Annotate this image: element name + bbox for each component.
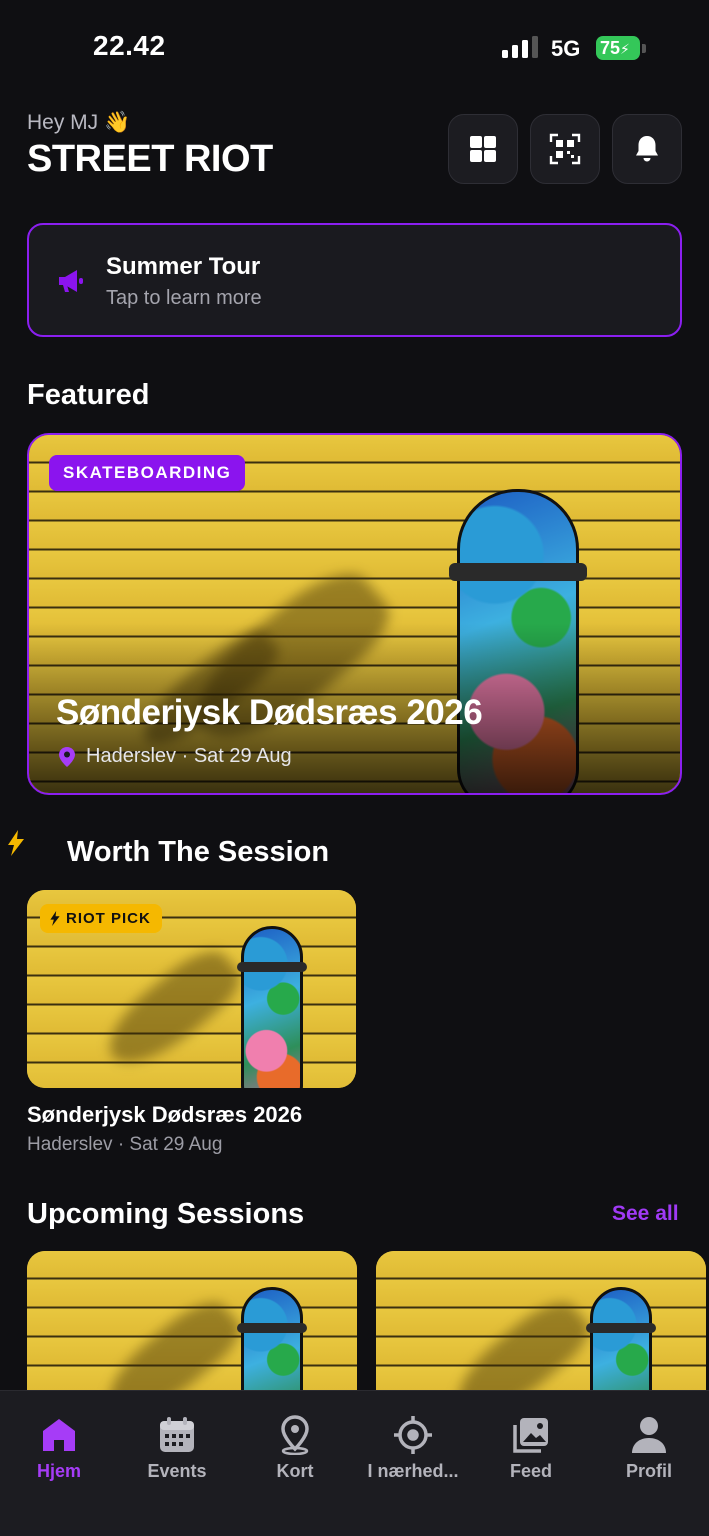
qr-code-icon [549, 133, 581, 165]
lightning-icon [50, 911, 60, 926]
battery-cap [642, 44, 646, 53]
person-icon [632, 1417, 666, 1453]
grid-button[interactable] [448, 114, 518, 184]
tab-home[interactable]: Hjem [0, 1415, 118, 1482]
status-bar: 22.42 5G 75⚡ [0, 0, 709, 96]
status-time: 22.42 [93, 30, 166, 61]
upcoming-heading: Upcoming Sessions [27, 1198, 305, 1230]
tab-label: Feed [509, 1461, 552, 1481]
bell-icon [636, 136, 658, 162]
promo-banner[interactable]: Summer Tour Tap to learn more [27, 223, 682, 337]
see-all-link[interactable]: See all [612, 1202, 679, 1226]
calendar-icon [160, 1417, 194, 1452]
app-title: STREET RIOT [27, 138, 273, 180]
megaphone-icon [59, 270, 83, 292]
qr-scan-button[interactable] [530, 114, 600, 184]
tab-profile[interactable]: Profil [590, 1415, 708, 1482]
tab-label: Events [147, 1461, 207, 1481]
target-icon [394, 1416, 432, 1454]
tab-label: Kort [276, 1461, 314, 1481]
skateboard-truck [237, 962, 307, 972]
featured-event-location: Haderslev · Sat 29 Aug [86, 745, 292, 767]
tab-label: Hjem [36, 1461, 81, 1481]
home-icon [43, 1419, 75, 1451]
location-pin-icon [59, 747, 75, 767]
upcoming-session-image [376, 1251, 706, 1411]
grid-icon [470, 136, 496, 162]
upcoming-session-image [27, 1251, 357, 1411]
upcoming-session-card[interactable] [376, 1251, 706, 1411]
riot-pick-location: Haderslev · Sat 29 Aug [27, 1134, 223, 1155]
worth-session-heading: Worth The Session [67, 836, 330, 868]
signal-icon [502, 36, 538, 58]
category-tag: SKATEBOARDING [49, 455, 246, 491]
riot-pick-title: Sønderjysk Dødsræs 2026 [27, 1102, 303, 1127]
photos-icon [513, 1418, 548, 1453]
notifications-button[interactable] [612, 114, 682, 184]
featured-event-title: Sønderjysk Dødsræs 2026 [56, 693, 483, 732]
riot-pick-label: RIOT PICK [66, 910, 151, 927]
promo-subtitle: Tap to learn more [106, 287, 262, 309]
riot-pick-card[interactable]: RIOT PICK [27, 890, 356, 1088]
skateboard-truck [237, 1323, 307, 1333]
upcoming-session-card[interactable] [27, 1251, 357, 1411]
battery-level: 75 [600, 38, 621, 58]
battery-indicator: 75⚡ [596, 36, 640, 60]
tab-label: I nærhed... [367, 1461, 459, 1481]
tab-events[interactable]: Events [118, 1415, 236, 1482]
lightning-icon [8, 830, 24, 856]
tab-label: Profil [625, 1461, 672, 1481]
map-pin-icon [281, 1415, 309, 1455]
shadow-shape [95, 938, 249, 1082]
featured-event-card[interactable]: SKATEBOARDING Sønderjysk Dødsræs 2026 Ha… [27, 433, 682, 795]
tab-nearby[interactable]: I nærhed... [354, 1415, 472, 1482]
skateboard-deck [241, 926, 303, 1088]
network-type: 5G [551, 36, 581, 61]
skateboard-truck [449, 563, 587, 581]
tab-feed[interactable]: Feed [472, 1415, 590, 1482]
skateboard-truck [586, 1323, 656, 1333]
tab-bar: Hjem Events Kort I nærhed... Feed Profil [0, 1390, 709, 1536]
riot-pick-badge: RIOT PICK [40, 904, 162, 933]
tab-map[interactable]: Kort [236, 1415, 354, 1482]
featured-heading: Featured [27, 379, 150, 411]
greeting: Hey MJ 👋 [27, 111, 131, 134]
promo-title: Summer Tour [106, 253, 261, 280]
